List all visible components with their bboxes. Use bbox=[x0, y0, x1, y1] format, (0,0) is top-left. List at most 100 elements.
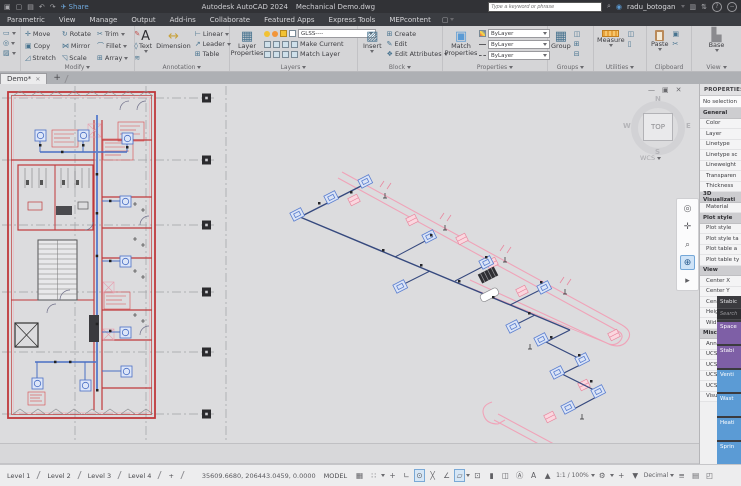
undo-icon[interactable]: ↶ bbox=[39, 3, 45, 11]
scale-caret-icon[interactable] bbox=[591, 474, 595, 477]
tab-express-tools[interactable]: Express Tools bbox=[322, 13, 383, 26]
angle-snap-icon[interactable]: ∠ bbox=[440, 469, 453, 482]
annotation-visibility-icon[interactable]: Ⓐ bbox=[513, 469, 526, 482]
panel-label-layers[interactable]: Layers bbox=[230, 64, 357, 71]
clean-screen-icon[interactable]: ◰ bbox=[703, 469, 716, 482]
palette-item-ventilation[interactable]: Venti bbox=[717, 370, 741, 392]
selection-dropdown[interactable]: No selection bbox=[700, 96, 741, 108]
panel-label-block[interactable]: Block bbox=[358, 64, 442, 71]
layer-lock-icon[interactable] bbox=[280, 30, 287, 37]
panel-label-clipboard[interactable]: Clipboard bbox=[647, 64, 691, 71]
tool-palette-search[interactable]: Search bbox=[717, 308, 741, 320]
row-linetype-scale[interactable]: Linetype sc bbox=[700, 150, 741, 161]
trim-button[interactable]: ✂Trim bbox=[97, 30, 128, 38]
row-plot-table-type[interactable]: Plot table ty bbox=[700, 255, 741, 266]
panel-label-modify[interactable]: Modify bbox=[21, 64, 134, 71]
row-plot-style[interactable]: Plot style bbox=[700, 224, 741, 235]
close-tab-icon[interactable]: ✕ bbox=[35, 76, 40, 83]
draw-rectangle-button[interactable]: ▭ bbox=[3, 29, 20, 37]
scale-button[interactable]: ◹Scale bbox=[62, 54, 91, 62]
layout-tab-level3[interactable]: Level 3 bbox=[85, 472, 114, 480]
dimension-button[interactable]: ↔ Dimension bbox=[156, 28, 191, 58]
layout-tab-level1[interactable]: Level 1 bbox=[4, 472, 33, 480]
transparency-toggle-icon[interactable]: ◫ bbox=[499, 469, 512, 482]
measure-button[interactable]: Measure bbox=[597, 28, 625, 48]
document-tab-demo[interactable]: Demo* ✕ bbox=[0, 73, 47, 84]
viewcube-north[interactable]: N bbox=[655, 95, 661, 103]
copy-button[interactable]: ▣Copy bbox=[25, 42, 56, 50]
layer-tool-icon-5[interactable] bbox=[264, 51, 271, 58]
grid-toggle-icon[interactable]: ▦ bbox=[353, 469, 366, 482]
section-3d-visualization[interactable]: 3D Visualizati bbox=[700, 192, 741, 203]
palette-item-heating[interactable]: Heati bbox=[717, 418, 741, 440]
row-material[interactable]: Material bbox=[700, 203, 741, 214]
close-icon[interactable]: ✕ bbox=[676, 86, 682, 94]
annotation-scale-icon[interactable]: ▲ bbox=[541, 469, 554, 482]
panel-label-annotation[interactable]: Annotation bbox=[135, 64, 229, 71]
isodraft-caret-icon[interactable] bbox=[466, 474, 470, 477]
layer-color-chip[interactable] bbox=[289, 30, 296, 37]
palette-item-waste[interactable]: Wast bbox=[717, 394, 741, 416]
layer-tool-icon-2[interactable] bbox=[273, 41, 280, 48]
stretch-button[interactable]: ◿Stretch bbox=[25, 54, 56, 62]
tool-palette-title[interactable]: Stabic bbox=[717, 296, 741, 308]
restore-icon[interactable]: ▣ bbox=[662, 86, 669, 94]
move-button[interactable]: ✛Move bbox=[25, 30, 56, 38]
lineweight-dropdown[interactable]: ByLayer bbox=[488, 40, 550, 49]
linear-button[interactable]: ⊢Linear bbox=[195, 30, 231, 38]
share-button[interactable]: ✈ Share bbox=[61, 3, 89, 11]
table-button[interactable]: ⊞Table bbox=[195, 50, 231, 58]
tab-manage[interactable]: Manage bbox=[83, 13, 125, 26]
insert-button[interactable]: ▨ Insert bbox=[363, 28, 382, 58]
edit-attributes-button[interactable]: ❖Edit Attributes bbox=[387, 50, 448, 58]
layer-tool-icon-4[interactable] bbox=[291, 41, 298, 48]
isodraft-icon[interactable]: ▱ bbox=[454, 469, 465, 482]
units-value[interactable]: Decimal bbox=[643, 469, 669, 482]
annotation-scale-value[interactable]: 1:1 / 100% bbox=[555, 469, 590, 482]
zoom-icon[interactable]: ⌕ bbox=[680, 237, 695, 252]
panel-label-groups[interactable]: Groups bbox=[548, 64, 593, 71]
model-space-canvas[interactable]: — ▣ ✕ N W E S TOP WCS ◎ ✛ ⌕ ⊕ ▸ bbox=[0, 84, 699, 443]
make-current-button[interactable]: Make Current bbox=[300, 40, 344, 48]
section-view[interactable]: View bbox=[700, 266, 741, 277]
text-button[interactable]: A Text bbox=[139, 28, 152, 58]
new-tab-button[interactable]: + bbox=[53, 73, 61, 84]
layer-properties-button[interactable]: ▦ LayerProperties bbox=[233, 28, 261, 58]
layer-tool-icon-1[interactable] bbox=[264, 41, 271, 48]
layer-tool-icon-7[interactable] bbox=[282, 51, 289, 58]
minimize-icon[interactable]: — bbox=[648, 86, 655, 94]
draw-hatch-button[interactable]: ▨ bbox=[3, 49, 20, 57]
panel-label-view[interactable]: View bbox=[692, 64, 741, 71]
group-edit-button[interactable]: ⊞ bbox=[574, 40, 581, 48]
new-layout-button[interactable]: + bbox=[165, 472, 176, 480]
row-layer[interactable]: Layer bbox=[700, 129, 741, 140]
tab-parametric[interactable]: Parametric bbox=[0, 13, 52, 26]
layer-tool-icon-8[interactable] bbox=[291, 51, 298, 58]
fillet-button[interactable]: ⌒Fillet bbox=[97, 41, 128, 51]
pan-icon[interactable]: ✛ bbox=[680, 219, 695, 234]
isolate-objects-icon[interactable]: ▼ bbox=[629, 469, 642, 482]
copy-clip-button[interactable]: ▣ bbox=[673, 30, 680, 38]
row-transparency[interactable]: Transparen bbox=[700, 171, 741, 182]
section-plot-style[interactable]: Plot style bbox=[700, 213, 741, 224]
search-icon[interactable]: ⌕ bbox=[607, 2, 611, 11]
base-button[interactable]: ▙ Base bbox=[692, 26, 741, 52]
user-name[interactable]: radu_botogan bbox=[627, 3, 675, 11]
network-icon[interactable]: ⇅ bbox=[701, 3, 707, 11]
user-caret-icon[interactable] bbox=[681, 5, 685, 8]
annotation-monitor-icon[interactable]: + bbox=[615, 469, 628, 482]
ribbon-display-toggle[interactable]: ▢ bbox=[442, 16, 455, 24]
save-icon[interactable]: ▢ bbox=[16, 3, 23, 11]
tab-collaborate[interactable]: Collaborate bbox=[203, 13, 257, 26]
palette-item-sprinkler[interactable]: Sprin bbox=[717, 442, 741, 464]
help-icon[interactable]: ? bbox=[712, 2, 722, 12]
app-menu-icon[interactable]: ▣ bbox=[4, 3, 11, 11]
row-lineweight[interactable]: Lineweight bbox=[700, 161, 741, 172]
viewcube-west[interactable]: W bbox=[623, 122, 631, 130]
snap-caret-icon[interactable] bbox=[381, 474, 385, 477]
snap-toggle-icon[interactable]: ∷ bbox=[367, 469, 380, 482]
tab-add-ins[interactable]: Add-ins bbox=[163, 13, 203, 26]
polar-tracking-icon[interactable]: ⊙ bbox=[414, 469, 425, 482]
layer-tool-icon-3[interactable] bbox=[282, 41, 289, 48]
group-toggle-button[interactable]: ⊟ bbox=[574, 50, 581, 58]
